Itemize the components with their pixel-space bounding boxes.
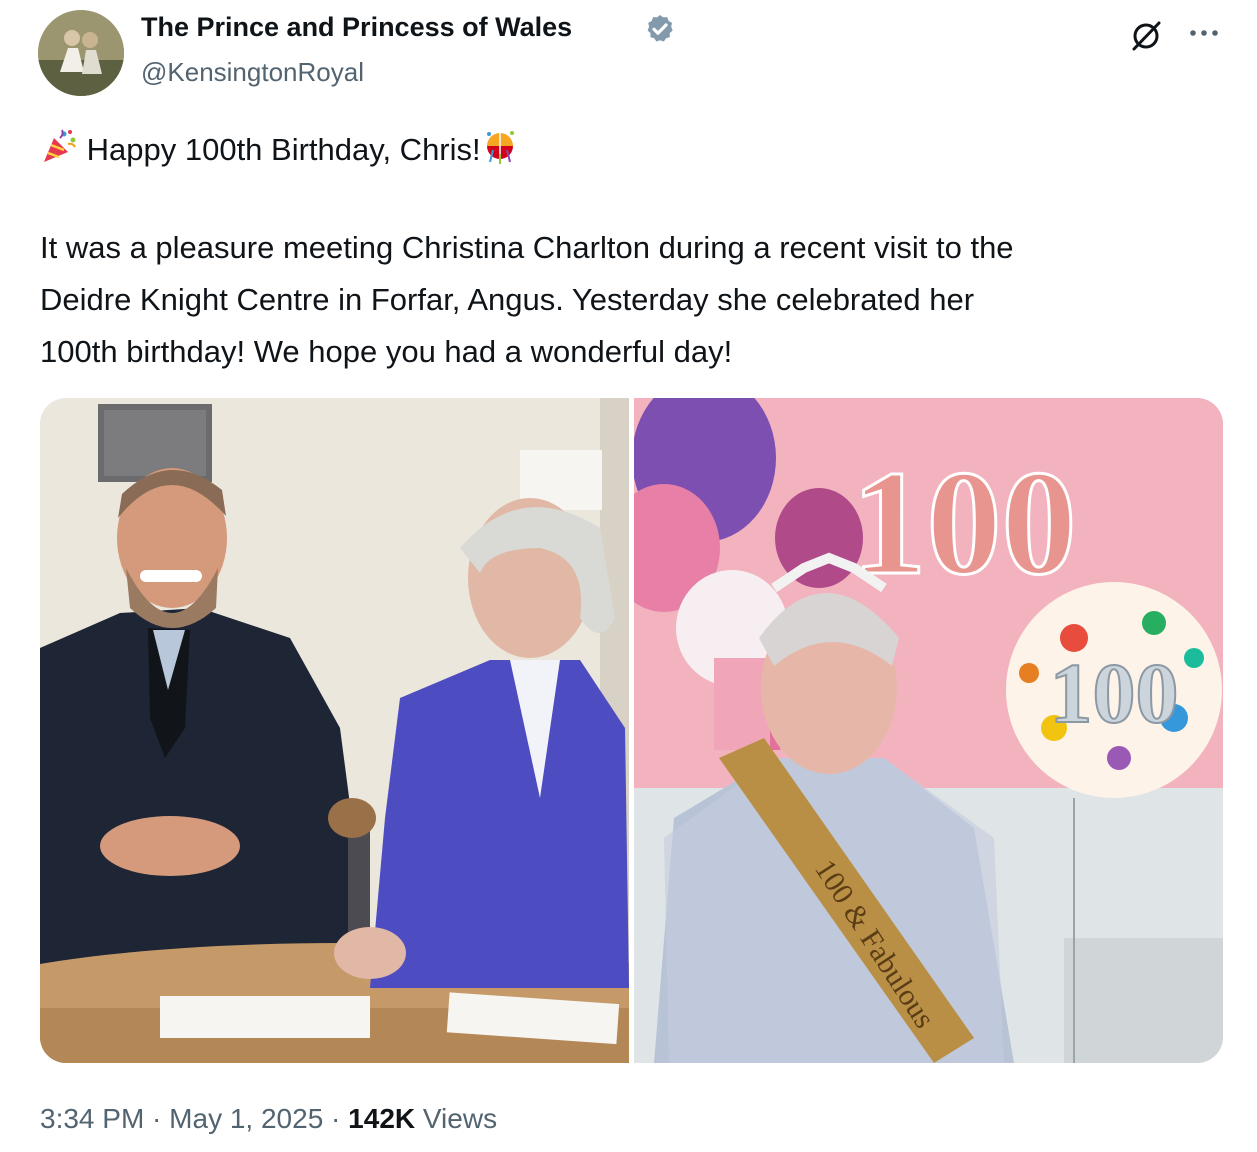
- handle[interactable]: @KensingtonRoyal: [141, 57, 364, 88]
- confetti-ball-icon: [486, 131, 514, 164]
- meta-separator: ·: [323, 1103, 349, 1134]
- tweet: The Prince and Princess of Wales @Kensin…: [0, 0, 1257, 1152]
- post-date[interactable]: May 1, 2025: [169, 1103, 323, 1134]
- verified-badge-icon: [647, 15, 673, 42]
- banner-100-text: 100: [852, 440, 1077, 606]
- profile-avatar[interactable]: [38, 10, 124, 96]
- post-headline: Happy 100th Birthday, Chris!: [86, 132, 481, 167]
- balloon-100-text: 100: [1050, 645, 1179, 741]
- post-body-line-2: Deidre Knight Centre in Forfar, Angus. Y…: [40, 282, 975, 317]
- views-label: Views: [415, 1103, 498, 1134]
- avatar-photo: [38, 10, 124, 96]
- post-headline-line: Happy 100th Birthday, Chris!: [40, 128, 519, 168]
- post-meta: 3:34 PM · May 1, 2025 · 142K Views: [40, 1103, 497, 1135]
- media-grid: 100 100 100 & Fabulous: [40, 398, 1223, 1063]
- views-count[interactable]: 142K: [348, 1103, 415, 1134]
- photo-100th-birthday-image: 100 100 100 & Fabulous: [634, 398, 1223, 1063]
- post-time[interactable]: 3:34 PM: [40, 1103, 144, 1134]
- more-options-icon[interactable]: [1184, 16, 1224, 50]
- post-body-line-3: 100th birthday! We hope you had a wonder…: [40, 334, 733, 369]
- photo-visit-meeting-image: [40, 398, 629, 1063]
- photo-visit-meeting[interactable]: [40, 398, 629, 1063]
- display-name[interactable]: The Prince and Princess of Wales: [141, 12, 572, 43]
- party-popper-icon: [44, 129, 76, 162]
- photo-100th-birthday[interactable]: 100 100 100 & Fabulous: [634, 398, 1223, 1063]
- grok-icon[interactable]: [1128, 18, 1164, 54]
- meta-separator: ·: [144, 1103, 170, 1134]
- post-body-line-1: It was a pleasure meeting Christina Char…: [40, 230, 1014, 265]
